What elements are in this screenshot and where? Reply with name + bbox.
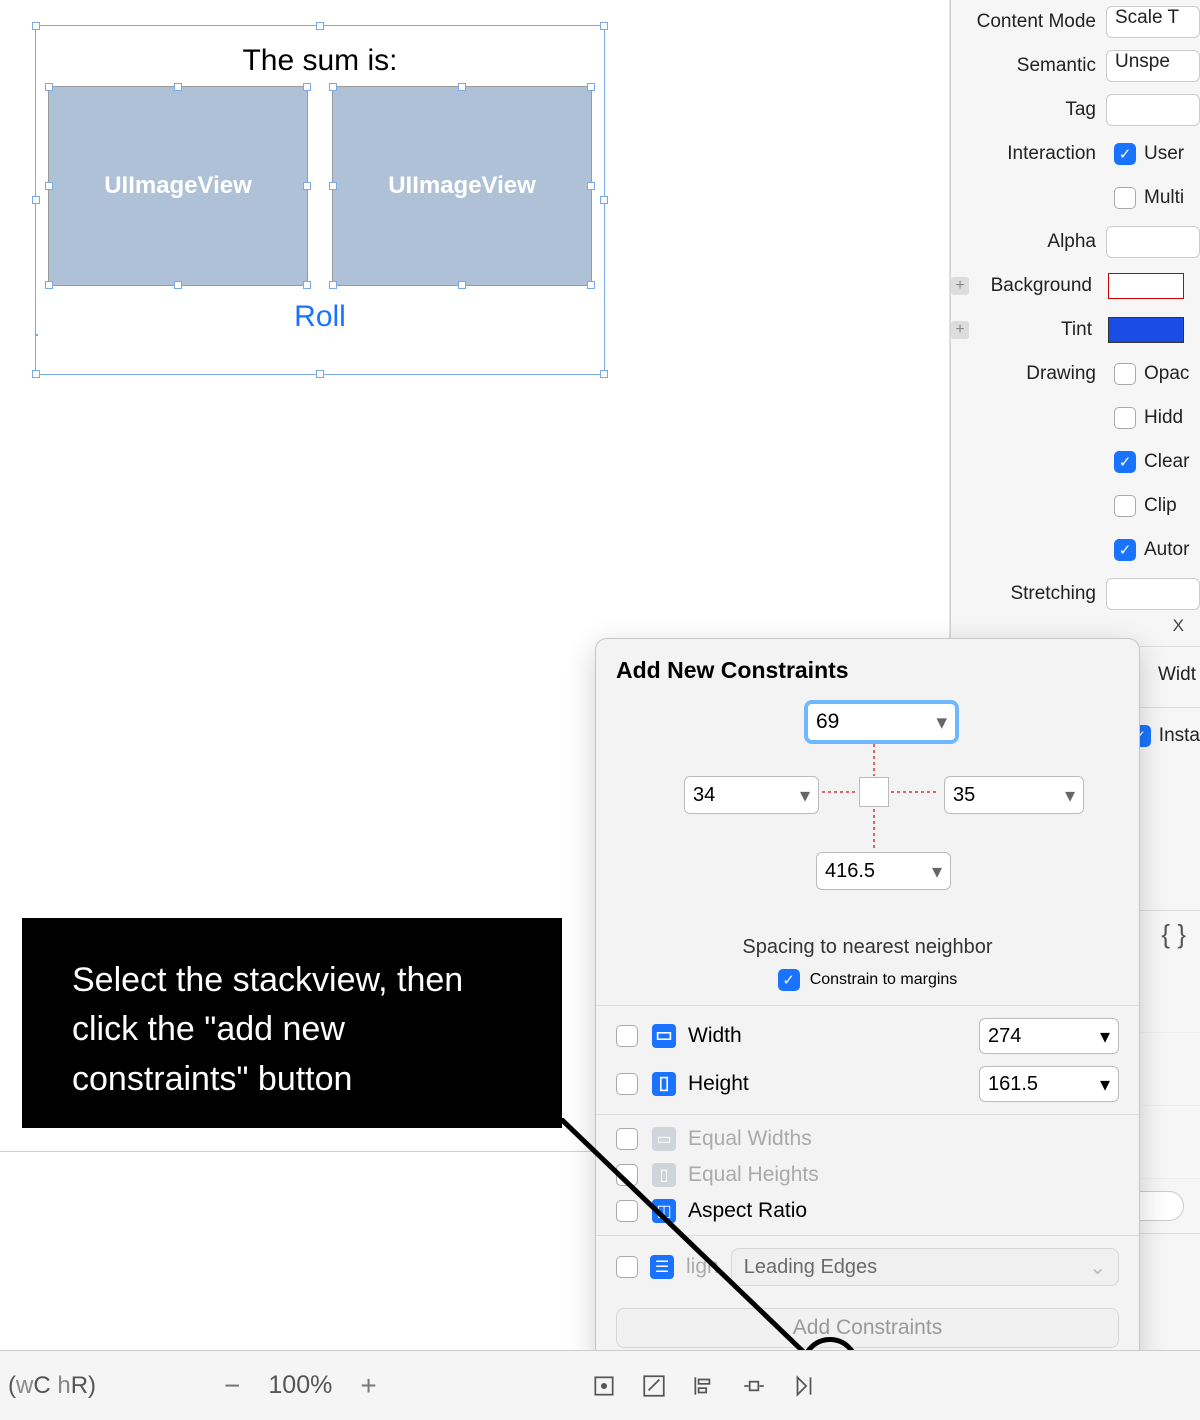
strut-left[interactable] — [822, 791, 858, 793]
strut-bottom[interactable] — [873, 809, 875, 849]
add-constraints-button[interactable] — [738, 1370, 770, 1402]
constraint-bottom-field[interactable]: 416.5▾ — [816, 852, 951, 890]
uiimageview-right[interactable]: UIImageView — [332, 86, 592, 286]
multitouch-checkbox[interactable]: Multi — [1114, 179, 1184, 217]
resize-handle[interactable] — [316, 22, 324, 30]
opaque-checkbox[interactable]: Opac — [1114, 355, 1189, 393]
annotation-callout: Select the stackview, then click the "ad… — [22, 918, 562, 1128]
equal-widths-icon: ▭ — [652, 1127, 676, 1151]
width-label: Width — [688, 1024, 742, 1048]
constraint-pad: 69▾ 34▾ 35▾ 416.5▾ — [616, 694, 1119, 934]
resize-handle[interactable] — [600, 196, 608, 204]
add-option-button[interactable]: + — [951, 321, 969, 339]
roll-button[interactable]: Roll — [36, 300, 604, 334]
size-class-indicator[interactable]: (wC hR) — [8, 1372, 96, 1400]
strut-right[interactable] — [891, 791, 939, 793]
width-icon — [652, 1024, 676, 1048]
align-label: lign — [686, 1255, 719, 1279]
strut-top[interactable] — [873, 744, 875, 776]
aspect-ratio-label: Aspect Ratio — [688, 1199, 807, 1223]
tint-color-well[interactable] — [1108, 317, 1184, 343]
spacing-label: Spacing to nearest neighbor — [616, 936, 1119, 959]
user-interaction-checkbox[interactable]: ✓User — [1114, 135, 1184, 173]
update-frames-button[interactable] — [588, 1370, 620, 1402]
tag-label: Tag — [951, 99, 1106, 121]
popup-title: Add New Constraints — [616, 657, 1119, 684]
resize-handle[interactable] — [600, 370, 608, 378]
tag-input[interactable] — [1106, 94, 1200, 126]
equal-heights-label: Equal Heights — [688, 1163, 819, 1187]
uiimageview-left[interactable]: UIImageView — [48, 86, 308, 286]
add-constraints-popover: Add New Constraints 69▾ 34▾ 35▾ 416.5▾ S… — [595, 638, 1140, 1368]
semantic-select[interactable]: Unspe — [1106, 50, 1200, 82]
background-color-well[interactable] — [1108, 273, 1184, 299]
height-icon — [652, 1072, 676, 1096]
equal-heights-icon: ▯ — [652, 1163, 676, 1187]
align-icon: ☰ — [650, 1255, 674, 1279]
resize-handle[interactable] — [600, 22, 608, 30]
align-button[interactable] — [688, 1370, 720, 1402]
constraint-center-box — [859, 777, 889, 807]
zoom-in-button[interactable]: + — [360, 1370, 376, 1402]
braces-icon[interactable]: { } — [1161, 919, 1186, 950]
aspect-ratio-icon: ◫ — [652, 1199, 676, 1223]
stretching-label: Stretching — [951, 583, 1106, 605]
hidden-checkbox[interactable]: Hidd — [1114, 399, 1183, 437]
align-select[interactable]: Leading Edges⌄ — [731, 1248, 1119, 1286]
callout-text: Select the stackview, then click the "ad… — [72, 961, 463, 1098]
equal-widths-checkbox — [616, 1128, 638, 1150]
align-checkbox — [616, 1256, 638, 1278]
sum-label[interactable]: The sum is: — [36, 44, 604, 78]
zoom-level[interactable]: 100% — [268, 1371, 332, 1400]
aspect-ratio-checkbox[interactable] — [616, 1200, 638, 1222]
zoom-out-button[interactable]: − — [224, 1370, 240, 1402]
resize-handle[interactable] — [32, 22, 40, 30]
clears-checkbox[interactable]: ✓Clear — [1114, 443, 1189, 481]
constraint-left-field[interactable]: 34▾ — [684, 776, 819, 814]
resize-handle[interactable] — [32, 196, 40, 204]
alpha-label: Alpha — [951, 231, 1106, 253]
height-label: Height — [688, 1072, 749, 1096]
constraint-top-field[interactable]: 69▾ — [804, 700, 959, 744]
constrain-margins-checkbox[interactable]: ✓Constrain to margins — [616, 969, 1119, 991]
equal-heights-checkbox — [616, 1164, 638, 1186]
alpha-input[interactable] — [1106, 226, 1200, 258]
embed-in-button[interactable] — [638, 1370, 670, 1402]
placeholder-text: UIImageView — [104, 172, 252, 200]
resolve-issues-button[interactable] — [788, 1370, 820, 1402]
equal-widths-label: Equal Widths — [688, 1127, 812, 1151]
add-option-button[interactable]: + — [951, 277, 969, 295]
tint-label: Tint — [975, 319, 1102, 341]
height-value-field[interactable]: 161.5▾ — [979, 1066, 1119, 1102]
content-mode-select[interactable]: Scale T — [1106, 6, 1200, 38]
constraint-right-field[interactable]: 35▾ — [944, 776, 1084, 814]
autoresize-checkbox[interactable]: ✓Autor — [1114, 531, 1189, 569]
canvas-bottom-bar: (wC hR) − 100% + — [0, 1350, 1200, 1420]
width-value-field[interactable]: 274▾ — [979, 1018, 1119, 1054]
content-mode-label: Content Mode — [951, 11, 1106, 33]
add-constraints-button[interactable]: Add Constraints — [616, 1308, 1119, 1348]
clip-checkbox[interactable]: Clip — [1114, 487, 1177, 525]
width-row-label: Widt — [1158, 664, 1196, 686]
placeholder-text: UIImageView — [388, 172, 536, 200]
resize-handle[interactable] — [32, 370, 40, 378]
drawing-label: Drawing — [951, 363, 1106, 385]
semantic-label: Semantic — [951, 55, 1106, 77]
stretching-input[interactable] — [1106, 578, 1200, 610]
image-row: UIImageView UIImageView — [48, 86, 592, 286]
background-label: Background — [975, 275, 1102, 297]
stretching-x-label: X — [951, 616, 1200, 636]
interaction-label: Interaction — [951, 143, 1106, 165]
height-checkbox[interactable] — [616, 1073, 638, 1095]
resize-handle[interactable] — [316, 370, 324, 378]
stackview-selection[interactable]: The sum is: UIImageView UIImageView Roll — [35, 25, 605, 375]
width-checkbox[interactable] — [616, 1025, 638, 1047]
